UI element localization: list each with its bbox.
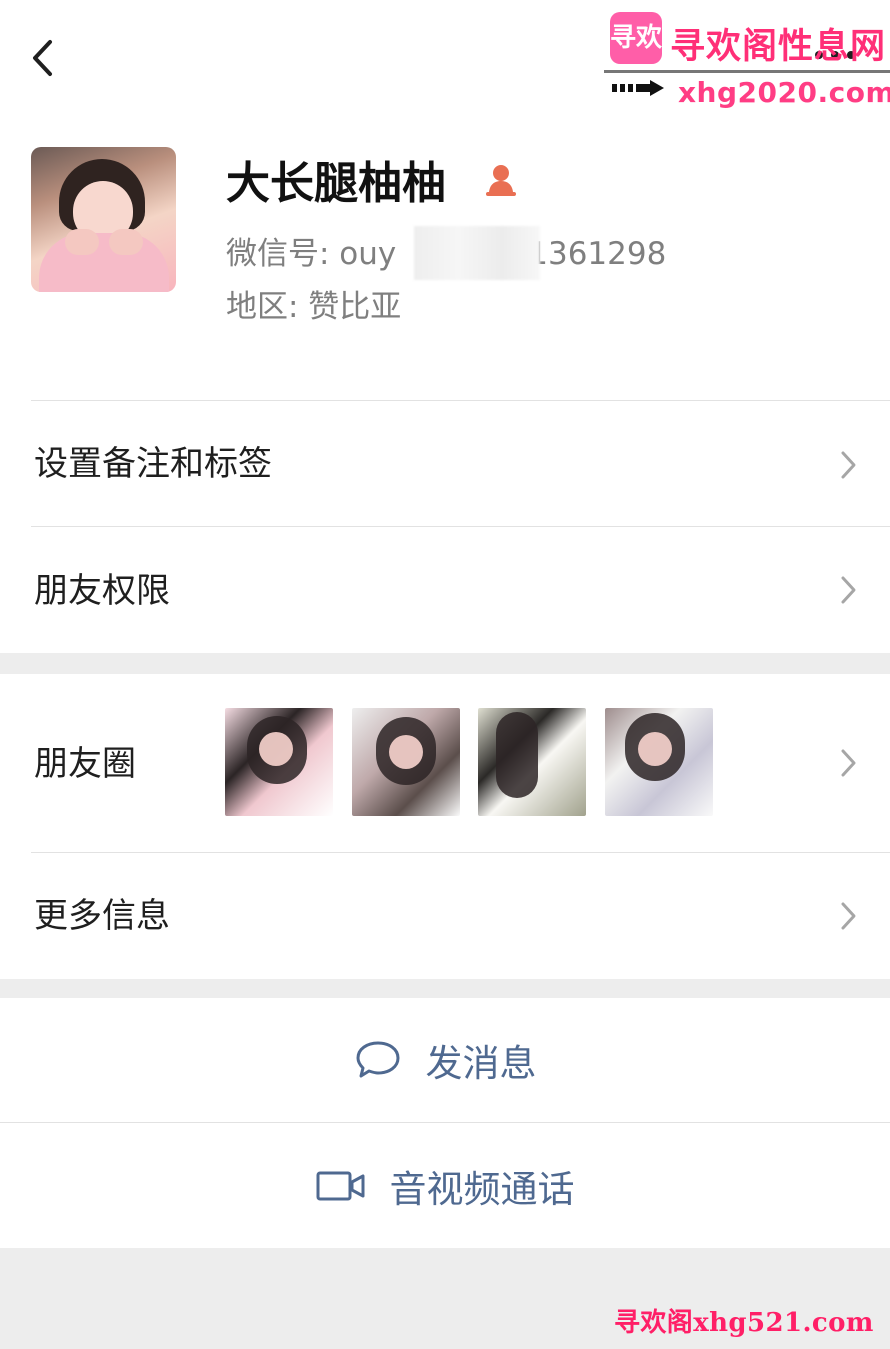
back-button[interactable] — [22, 34, 66, 82]
watermark-logo: 寻欢 — [610, 12, 662, 64]
video-call-label: 音视频通话 — [389, 1168, 575, 1211]
section-divider — [31, 400, 890, 401]
wechat-id-prefix: 微信号: ouy — [226, 236, 397, 272]
chevron-right-icon — [841, 451, 856, 479]
thumbnail-hair — [496, 712, 538, 798]
video-camera-icon — [316, 1171, 364, 1201]
moments-thumbnail[interactable] — [352, 708, 460, 816]
thumbnail-face — [638, 732, 672, 766]
remark-tags-label[interactable]: 设置备注和标签 — [34, 440, 272, 488]
watermark-logo-text: 寻欢 — [610, 23, 663, 53]
profile-nickname: 大长腿柚柚 — [226, 158, 446, 209]
moments-thumbnail[interactable] — [225, 708, 333, 816]
thumbnail-face — [259, 732, 293, 766]
avatar-sweater — [39, 233, 169, 292]
moments-thumbnail[interactable] — [478, 708, 586, 816]
profile-region: 地区: 赞比亚 — [226, 289, 402, 325]
female-icon — [486, 165, 516, 196]
more-info-label[interactable]: 更多信息 — [34, 892, 170, 940]
watermark-url: xhg2020.com — [678, 76, 890, 109]
thumbnail-face — [389, 735, 423, 769]
profile-avatar[interactable] — [31, 147, 176, 292]
chevron-left-icon — [33, 40, 52, 76]
action-divider — [0, 1122, 890, 1123]
chevron-right-icon — [841, 902, 856, 930]
row-divider — [31, 852, 890, 853]
watermark-site-name: 寻欢阁性息网 — [670, 26, 887, 67]
chevron-right-icon — [841, 576, 856, 604]
send-message-button[interactable]: 发消息 — [0, 998, 890, 1122]
friend-permissions-label[interactable]: 朋友权限 — [34, 567, 170, 615]
bottom-watermark: 寻欢阁xhg521.com — [614, 1308, 874, 1338]
redacted-blur — [414, 226, 540, 280]
moments-thumbnail[interactable] — [605, 708, 713, 816]
row-divider — [31, 526, 890, 527]
avatar-hand — [109, 229, 143, 255]
wechat-id-suffix: 1361298 — [528, 236, 667, 272]
chevron-right-icon — [841, 749, 856, 777]
avatar-hand — [65, 229, 99, 255]
top-watermark: 寻欢 寻欢阁性息网 xhg2020.com — [604, 8, 890, 109]
chat-bubble-icon — [356, 1041, 399, 1078]
video-call-button[interactable]: 音视频通话 — [0, 1124, 890, 1248]
send-message-label: 发消息 — [425, 1042, 537, 1085]
moments-label[interactable]: 朋友圈 — [34, 740, 136, 788]
arrow-right-icon — [612, 80, 664, 96]
watermark-divider — [604, 70, 890, 73]
